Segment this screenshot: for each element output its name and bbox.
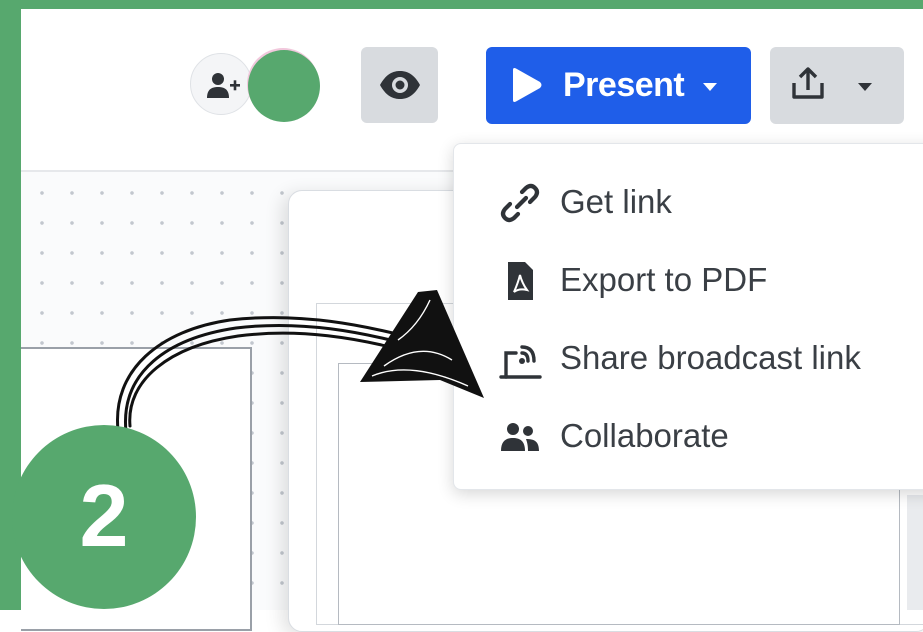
step-number-badge: 2 xyxy=(12,425,196,609)
step-number: 2 xyxy=(79,466,129,565)
